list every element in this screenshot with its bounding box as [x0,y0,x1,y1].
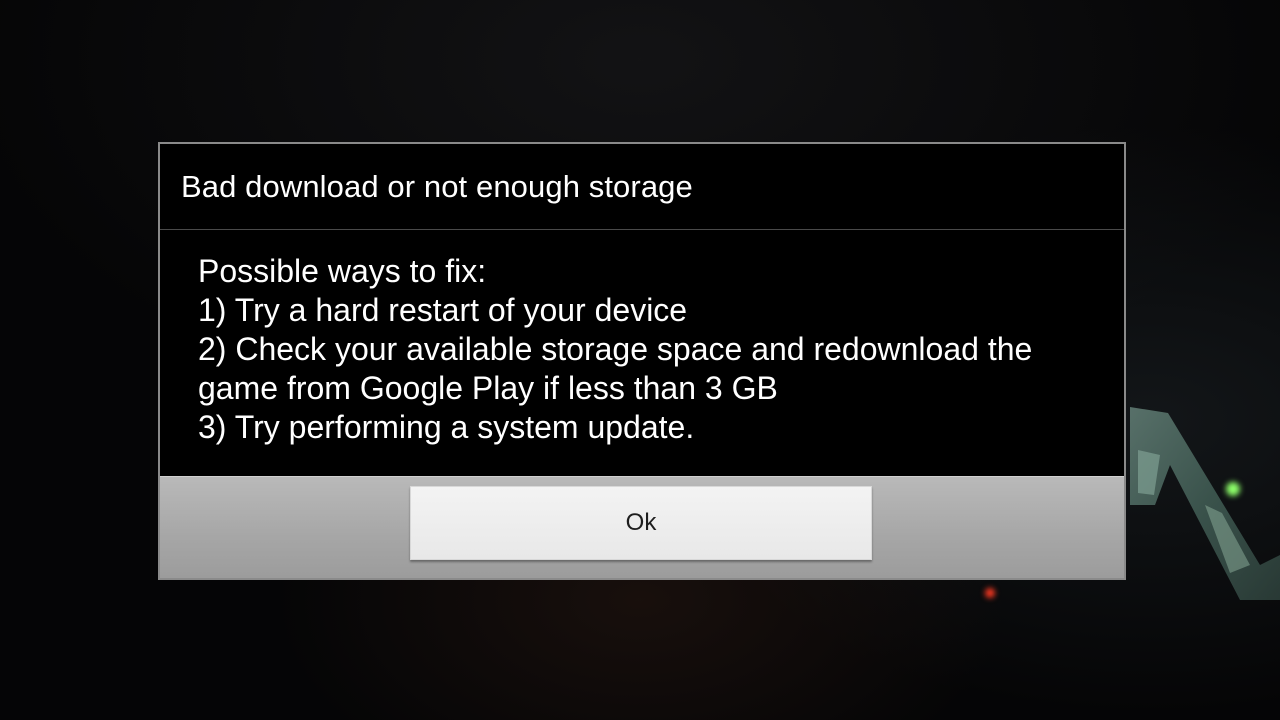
error-dialog: Bad download or not enough storage Possi… [158,142,1126,580]
message-line: 3) Try performing a system update. [198,409,695,445]
dialog-header: Bad download or not enough storage [160,144,1124,230]
game-screen: Bad download or not enough storage Possi… [0,0,1280,720]
green-glow-icon [1226,482,1240,496]
ok-button-label: Ok [625,509,657,536]
dialog-title: Bad download or not enough storage [181,168,693,204]
game-logo-fragment-icon [1130,407,1280,600]
dialog-button-bar: Ok [160,476,1124,578]
message-line: 2) Check your available storage space an… [198,331,1033,367]
message-line: game from Google Play if less than 3 GB [198,370,778,406]
red-glow-icon [985,588,995,598]
message-line: Possible ways to fix: [198,253,487,289]
dialog-message: Possible ways to fix: 1) Try a hard rest… [160,230,1124,476]
message-line: 1) Try a hard restart of your device [198,292,688,328]
ok-button[interactable]: Ok [410,486,872,560]
